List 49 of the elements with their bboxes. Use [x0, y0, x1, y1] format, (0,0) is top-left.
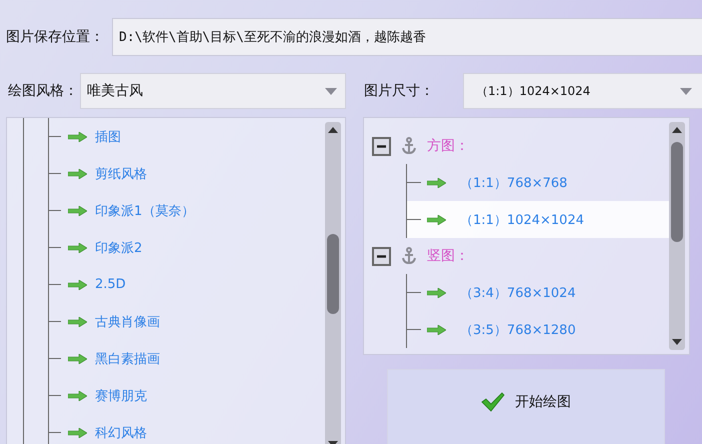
style-dropdown[interactable]: 唯美古风 [80, 73, 346, 109]
scrollbar[interactable] [669, 122, 685, 350]
tree-item[interactable]: 黑白素描画 [49, 340, 325, 377]
arrow-icon [68, 206, 87, 216]
tree-item[interactable]: 剪纸风格 [49, 155, 325, 192]
group-label[interactable]: 方图： [427, 137, 469, 155]
tree-item[interactable]: （3:4）768×1024 [407, 274, 669, 311]
check-icon [481, 392, 505, 412]
arrow-icon [68, 242, 87, 252]
arrow-icon [68, 354, 87, 364]
tree-item[interactable]: （3:5）768×1280 [407, 311, 669, 348]
arrow-icon [68, 280, 87, 290]
scroll-down-icon[interactable] [672, 338, 682, 346]
scroll-thumb[interactable] [671, 142, 683, 242]
arrow-icon [427, 324, 446, 334]
size-dropdown[interactable]: （1:1）1024×1024 [463, 73, 702, 109]
arrow-icon [68, 168, 87, 178]
tree-item[interactable]: 插图 [49, 118, 325, 155]
caret-icon [325, 88, 337, 94]
tree-item[interactable]: 科幻风格 [49, 414, 325, 444]
save-path-field[interactable]: D:\软件\首助\目标\至死不渝的浪漫如酒，越陈越香 [112, 18, 702, 56]
size-label: 图片尺寸： [364, 82, 435, 100]
scroll-up-icon[interactable] [672, 126, 682, 134]
style-label: 绘图风格： [7, 82, 79, 100]
collapse-icon[interactable] [372, 136, 391, 156]
save-path-label: 图片保存位置： [5, 28, 104, 46]
tree-item[interactable]: 赛博朋克 [49, 377, 325, 414]
arrow-icon [427, 178, 446, 188]
arrow-icon [68, 428, 87, 438]
scroll-up-icon[interactable] [328, 126, 338, 134]
tree-item[interactable]: 印象派1（莫奈） [49, 192, 325, 229]
arrow-icon [427, 288, 446, 298]
anchor-icon [401, 247, 417, 265]
caret-icon [680, 88, 692, 94]
anchor-icon [401, 137, 417, 155]
collapse-icon[interactable] [372, 246, 391, 266]
arrow-icon [68, 390, 87, 400]
tree-item[interactable]: 2.5D [49, 266, 325, 303]
arrow-icon [68, 132, 87, 142]
start-button[interactable]: 开始绘图 [387, 369, 665, 444]
tree-item[interactable]: （1:1）768×768 [407, 164, 669, 201]
tree-item[interactable]: （1:1）1024×1024 [407, 201, 669, 238]
tree-item[interactable]: 印象派2 [49, 229, 325, 266]
scroll-thumb[interactable] [327, 234, 339, 314]
scrollbar[interactable] [325, 122, 341, 444]
tree-item[interactable]: 古典肖像画 [49, 303, 325, 340]
group-label[interactable]: 竖图： [427, 247, 469, 265]
arrow-icon [68, 316, 87, 326]
arrow-icon [427, 214, 446, 224]
